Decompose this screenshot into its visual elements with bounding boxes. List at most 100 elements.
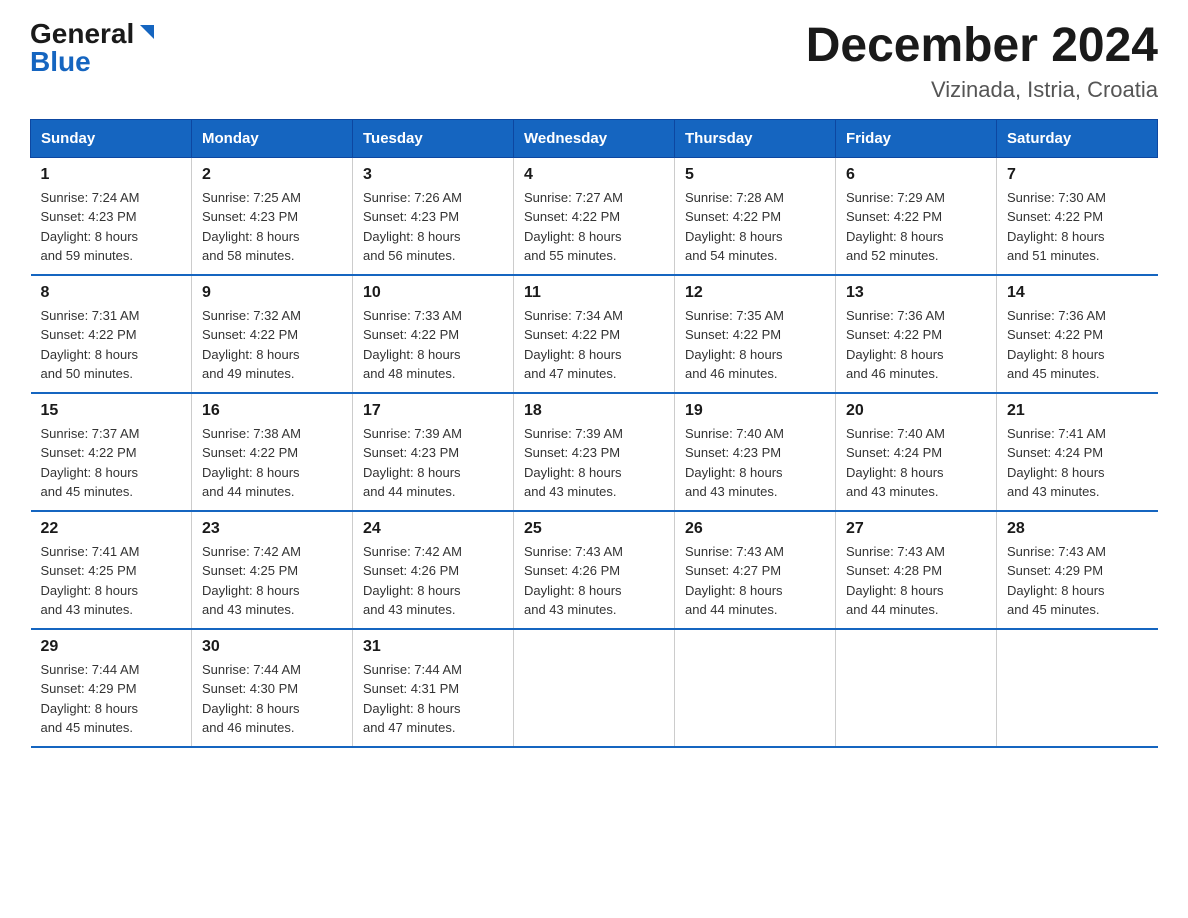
title-section: December 2024 Vizinada, Istria, Croatia	[806, 20, 1158, 103]
calendar-cell: 24 Sunrise: 7:42 AM Sunset: 4:26 PM Dayl…	[353, 511, 514, 629]
subtitle: Vizinada, Istria, Croatia	[806, 77, 1158, 103]
calendar-cell: 28 Sunrise: 7:43 AM Sunset: 4:29 PM Dayl…	[997, 511, 1158, 629]
calendar-cell	[836, 629, 997, 747]
day-info: Sunrise: 7:41 AM Sunset: 4:24 PM Dayligh…	[1007, 424, 1148, 502]
day-info: Sunrise: 7:42 AM Sunset: 4:26 PM Dayligh…	[363, 542, 503, 620]
day-info: Sunrise: 7:34 AM Sunset: 4:22 PM Dayligh…	[524, 306, 664, 384]
day-number: 17	[363, 402, 503, 420]
header-saturday: Saturday	[997, 119, 1158, 157]
calendar-cell: 16 Sunrise: 7:38 AM Sunset: 4:22 PM Dayl…	[192, 393, 353, 511]
day-number: 2	[202, 166, 342, 184]
page-header: General Blue December 2024 Vizinada, Ist…	[30, 20, 1158, 103]
day-info: Sunrise: 7:39 AM Sunset: 4:23 PM Dayligh…	[363, 424, 503, 502]
calendar-cell: 18 Sunrise: 7:39 AM Sunset: 4:23 PM Dayl…	[514, 393, 675, 511]
day-number: 23	[202, 520, 342, 538]
day-info: Sunrise: 7:36 AM Sunset: 4:22 PM Dayligh…	[1007, 306, 1148, 384]
day-number: 15	[41, 402, 182, 420]
week-row-2: 8 Sunrise: 7:31 AM Sunset: 4:22 PM Dayli…	[31, 275, 1158, 393]
calendar-cell: 7 Sunrise: 7:30 AM Sunset: 4:22 PM Dayli…	[997, 157, 1158, 275]
day-info: Sunrise: 7:31 AM Sunset: 4:22 PM Dayligh…	[41, 306, 182, 384]
calendar-cell	[514, 629, 675, 747]
day-number: 10	[363, 284, 503, 302]
calendar-cell: 12 Sunrise: 7:35 AM Sunset: 4:22 PM Dayl…	[675, 275, 836, 393]
day-number: 6	[846, 166, 986, 184]
day-number: 9	[202, 284, 342, 302]
header-thursday: Thursday	[675, 119, 836, 157]
calendar-cell: 1 Sunrise: 7:24 AM Sunset: 4:23 PM Dayli…	[31, 157, 192, 275]
calendar-cell: 26 Sunrise: 7:43 AM Sunset: 4:27 PM Dayl…	[675, 511, 836, 629]
day-number: 22	[41, 520, 182, 538]
day-number: 4	[524, 166, 664, 184]
calendar-cell: 5 Sunrise: 7:28 AM Sunset: 4:22 PM Dayli…	[675, 157, 836, 275]
day-number: 13	[846, 284, 986, 302]
day-info: Sunrise: 7:40 AM Sunset: 4:23 PM Dayligh…	[685, 424, 825, 502]
header-sunday: Sunday	[31, 119, 192, 157]
day-number: 7	[1007, 166, 1148, 184]
header-wednesday: Wednesday	[514, 119, 675, 157]
day-info: Sunrise: 7:29 AM Sunset: 4:22 PM Dayligh…	[846, 188, 986, 266]
day-number: 20	[846, 402, 986, 420]
calendar-cell: 13 Sunrise: 7:36 AM Sunset: 4:22 PM Dayl…	[836, 275, 997, 393]
day-number: 27	[846, 520, 986, 538]
calendar-cell: 27 Sunrise: 7:43 AM Sunset: 4:28 PM Dayl…	[836, 511, 997, 629]
calendar-table: SundayMondayTuesdayWednesdayThursdayFrid…	[30, 119, 1158, 748]
calendar-cell: 2 Sunrise: 7:25 AM Sunset: 4:23 PM Dayli…	[192, 157, 353, 275]
header-tuesday: Tuesday	[353, 119, 514, 157]
logo-blue-text: Blue	[30, 48, 91, 76]
calendar-cell	[997, 629, 1158, 747]
day-number: 12	[685, 284, 825, 302]
calendar-cell: 11 Sunrise: 7:34 AM Sunset: 4:22 PM Dayl…	[514, 275, 675, 393]
logo: General Blue	[30, 20, 158, 76]
day-number: 28	[1007, 520, 1148, 538]
calendar-cell: 17 Sunrise: 7:39 AM Sunset: 4:23 PM Dayl…	[353, 393, 514, 511]
day-info: Sunrise: 7:25 AM Sunset: 4:23 PM Dayligh…	[202, 188, 342, 266]
logo-triangle-icon	[136, 21, 158, 43]
day-info: Sunrise: 7:28 AM Sunset: 4:22 PM Dayligh…	[685, 188, 825, 266]
calendar-cell: 10 Sunrise: 7:33 AM Sunset: 4:22 PM Dayl…	[353, 275, 514, 393]
day-number: 14	[1007, 284, 1148, 302]
days-header-row: SundayMondayTuesdayWednesdayThursdayFrid…	[31, 119, 1158, 157]
day-info: Sunrise: 7:44 AM Sunset: 4:29 PM Dayligh…	[41, 660, 182, 738]
calendar-cell: 25 Sunrise: 7:43 AM Sunset: 4:26 PM Dayl…	[514, 511, 675, 629]
day-info: Sunrise: 7:43 AM Sunset: 4:28 PM Dayligh…	[846, 542, 986, 620]
day-info: Sunrise: 7:42 AM Sunset: 4:25 PM Dayligh…	[202, 542, 342, 620]
logo-row: General	[30, 20, 158, 48]
day-number: 3	[363, 166, 503, 184]
day-info: Sunrise: 7:38 AM Sunset: 4:22 PM Dayligh…	[202, 424, 342, 502]
calendar-cell: 20 Sunrise: 7:40 AM Sunset: 4:24 PM Dayl…	[836, 393, 997, 511]
calendar-cell: 31 Sunrise: 7:44 AM Sunset: 4:31 PM Dayl…	[353, 629, 514, 747]
day-number: 11	[524, 284, 664, 302]
week-row-4: 22 Sunrise: 7:41 AM Sunset: 4:25 PM Dayl…	[31, 511, 1158, 629]
calendar-cell: 4 Sunrise: 7:27 AM Sunset: 4:22 PM Dayli…	[514, 157, 675, 275]
day-number: 1	[41, 166, 182, 184]
day-info: Sunrise: 7:43 AM Sunset: 4:26 PM Dayligh…	[524, 542, 664, 620]
day-info: Sunrise: 7:40 AM Sunset: 4:24 PM Dayligh…	[846, 424, 986, 502]
day-info: Sunrise: 7:27 AM Sunset: 4:22 PM Dayligh…	[524, 188, 664, 266]
main-title: December 2024	[806, 20, 1158, 73]
calendar-cell: 19 Sunrise: 7:40 AM Sunset: 4:23 PM Dayl…	[675, 393, 836, 511]
day-info: Sunrise: 7:44 AM Sunset: 4:31 PM Dayligh…	[363, 660, 503, 738]
calendar-cell: 22 Sunrise: 7:41 AM Sunset: 4:25 PM Dayl…	[31, 511, 192, 629]
day-info: Sunrise: 7:30 AM Sunset: 4:22 PM Dayligh…	[1007, 188, 1148, 266]
calendar-cell: 14 Sunrise: 7:36 AM Sunset: 4:22 PM Dayl…	[997, 275, 1158, 393]
day-info: Sunrise: 7:36 AM Sunset: 4:22 PM Dayligh…	[846, 306, 986, 384]
day-number: 16	[202, 402, 342, 420]
week-row-1: 1 Sunrise: 7:24 AM Sunset: 4:23 PM Dayli…	[31, 157, 1158, 275]
day-number: 8	[41, 284, 182, 302]
day-number: 25	[524, 520, 664, 538]
logo-general-text: General	[30, 20, 134, 48]
day-info: Sunrise: 7:43 AM Sunset: 4:29 PM Dayligh…	[1007, 542, 1148, 620]
week-row-5: 29 Sunrise: 7:44 AM Sunset: 4:29 PM Dayl…	[31, 629, 1158, 747]
day-number: 24	[363, 520, 503, 538]
day-info: Sunrise: 7:24 AM Sunset: 4:23 PM Dayligh…	[41, 188, 182, 266]
day-info: Sunrise: 7:32 AM Sunset: 4:22 PM Dayligh…	[202, 306, 342, 384]
header-monday: Monday	[192, 119, 353, 157]
calendar-cell: 9 Sunrise: 7:32 AM Sunset: 4:22 PM Dayli…	[192, 275, 353, 393]
day-number: 31	[363, 638, 503, 656]
calendar-cell: 15 Sunrise: 7:37 AM Sunset: 4:22 PM Dayl…	[31, 393, 192, 511]
day-info: Sunrise: 7:26 AM Sunset: 4:23 PM Dayligh…	[363, 188, 503, 266]
day-info: Sunrise: 7:37 AM Sunset: 4:22 PM Dayligh…	[41, 424, 182, 502]
calendar-cell: 23 Sunrise: 7:42 AM Sunset: 4:25 PM Dayl…	[192, 511, 353, 629]
logo-blue-row: Blue	[30, 48, 91, 76]
calendar-cell: 6 Sunrise: 7:29 AM Sunset: 4:22 PM Dayli…	[836, 157, 997, 275]
